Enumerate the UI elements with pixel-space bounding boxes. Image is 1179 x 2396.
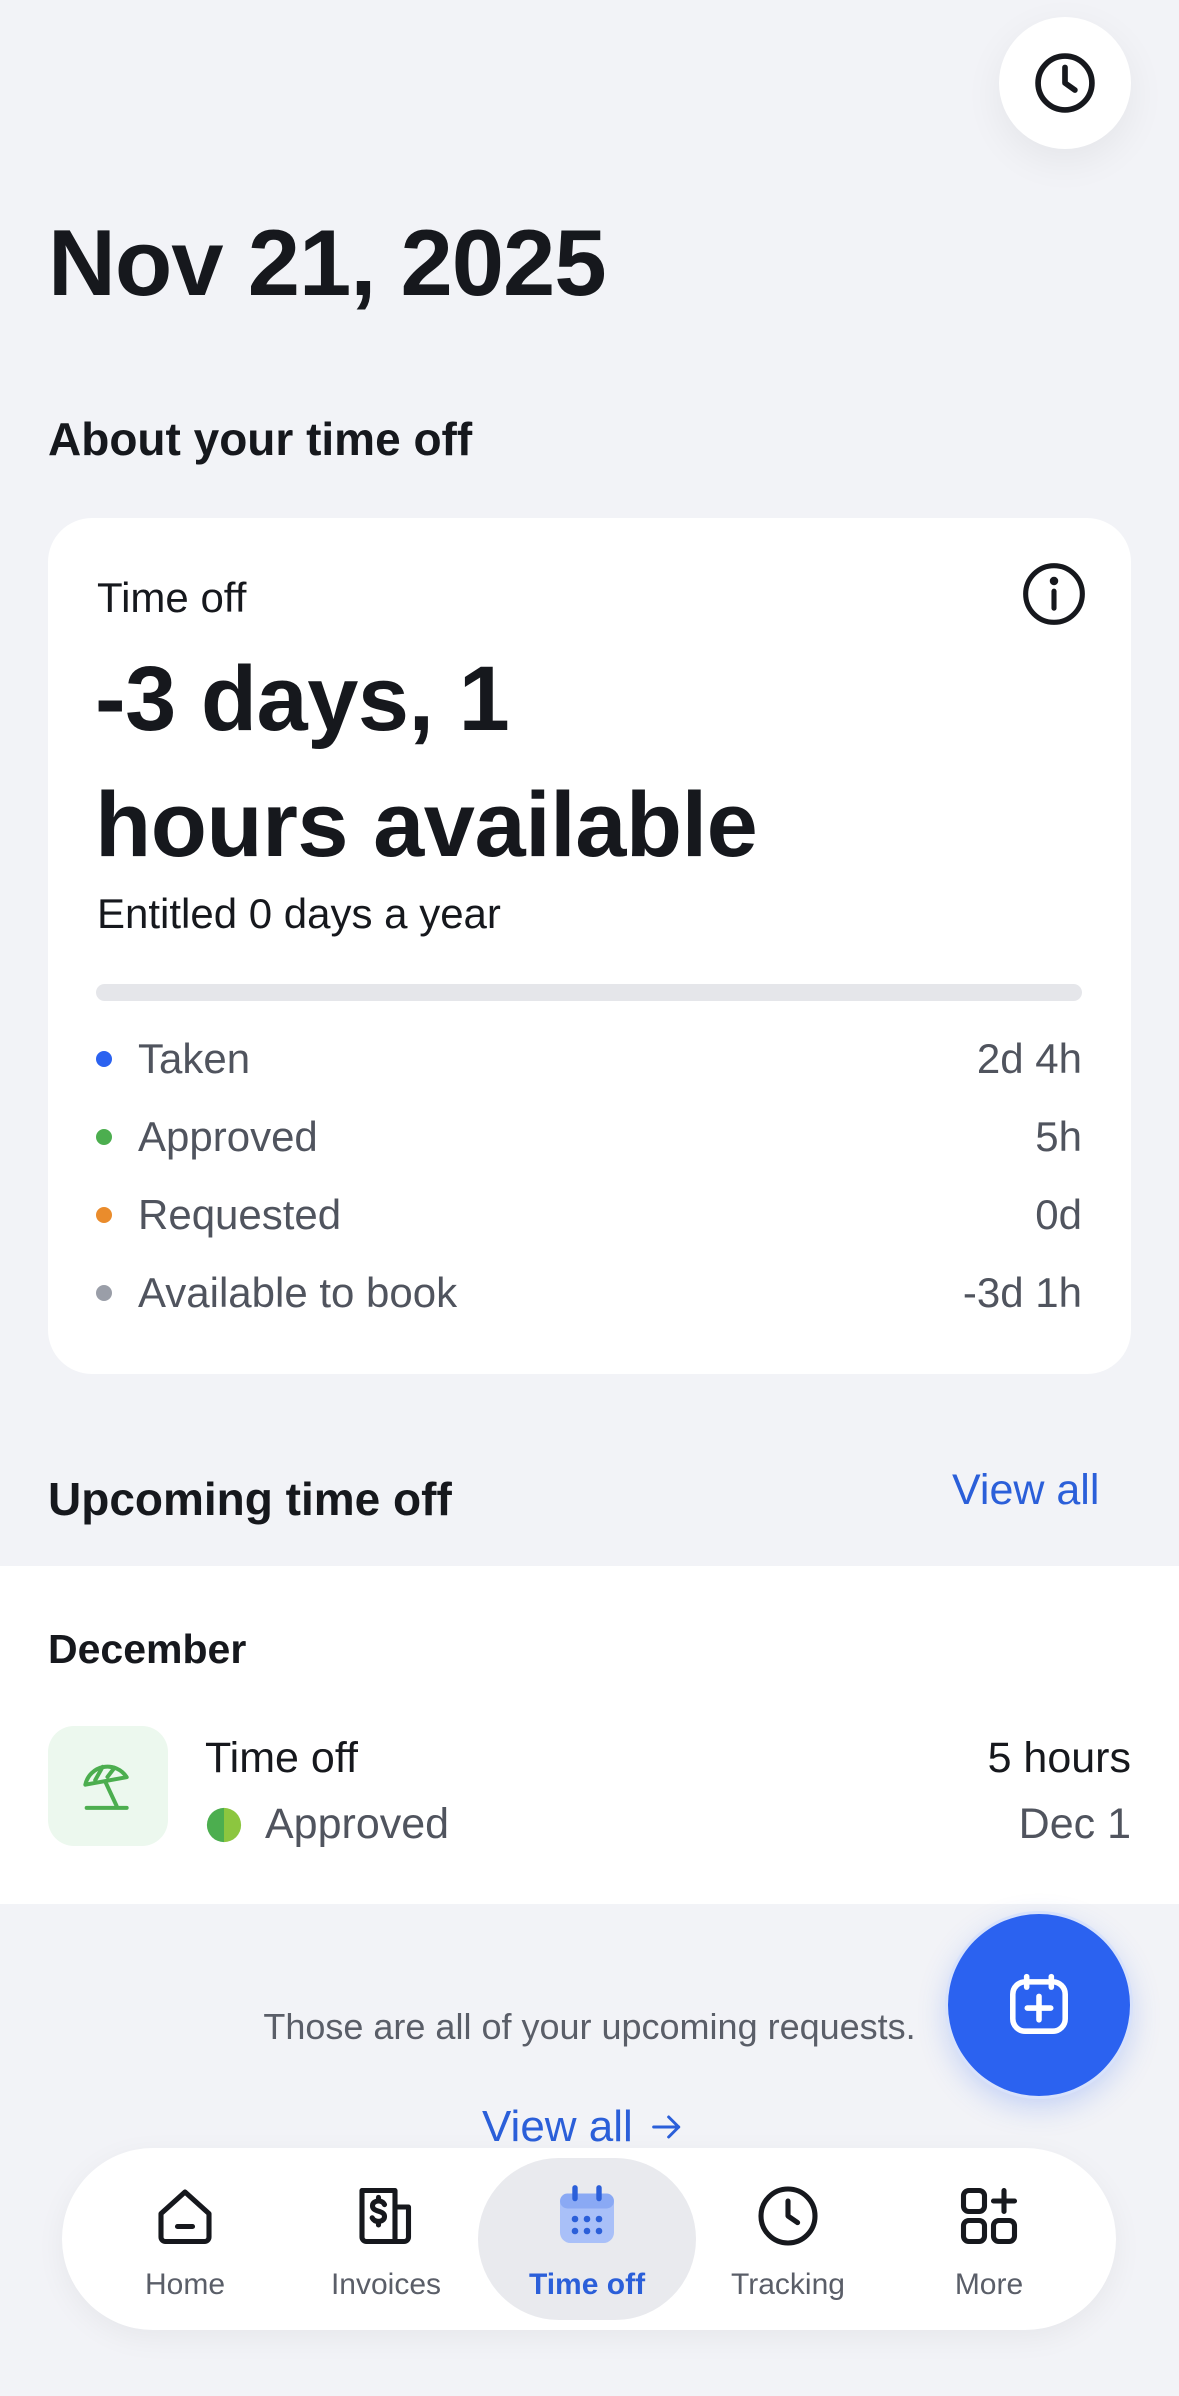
balance-progress-bar [96,984,1082,1001]
time-off-screen: Nov 21, 2025 About your time off Time of… [0,0,1179,2396]
tab-label: Tracking [731,2268,845,2301]
legend-dot-taken [96,1051,112,1067]
balance-line-1: -3 days, 1 [95,648,510,750]
legend-value: 5h [1035,1113,1082,1160]
upcoming-list: December Time off Approved 5 hours Dec 1 [0,1566,1179,1904]
legend-label: Taken [138,1035,251,1082]
tab-label: Home [144,2268,226,2301]
section-title-about: About your time off [48,413,473,465]
entitlement-text: Entitled 0 days a year [97,890,501,937]
invoice-icon [359,2187,412,2245]
leave-date: Dec 1 [1018,1800,1131,1848]
info-button[interactable] [1018,558,1090,630]
card-label: Time off [97,574,247,621]
calendar-add-icon [1010,1973,1068,2034]
legend-value: 0d [1035,1191,1082,1238]
legend-row-requested: Requested 0d [96,1185,1082,1245]
legend-row-approved: Approved 5h [96,1107,1082,1167]
page-title-date: Nov 21, 2025 [48,210,607,315]
info-icon [1023,563,1085,625]
legend-dot-approved [96,1129,112,1145]
leave-duration: 5 hours [987,1734,1131,1782]
tab-label: Invoices [330,2268,442,2301]
grid-plus-icon [960,2187,1018,2245]
leave-status-text: Approved [265,1800,450,1848]
leave-status: Approved [205,1800,449,1849]
legend-row-available: Available to book -3d 1h [96,1263,1082,1323]
legend-row-taken: Taken 2d 4h [96,1029,1082,1089]
clock-icon [758,2186,818,2246]
view-all-bottom-label: View all [482,2102,633,2151]
legend-label: Available to book [138,1269,458,1316]
tab-label: Time off [528,2268,646,2301]
view-all-bottom-link[interactable]: View all [482,2102,687,2152]
tab-invoices[interactable]: Invoices [277,2158,495,2320]
tab-time-off[interactable]: Time off [478,2158,696,2320]
calendar-icon [560,2185,614,2243]
month-heading: December [48,1626,247,1672]
legend-value: 2d 4h [976,1035,1082,1082]
legend-label: Approved [138,1113,318,1160]
section-title-upcoming: Upcoming time off [48,1473,452,1525]
add-time-off-button[interactable] [948,1914,1130,2096]
time-off-balance-card: Time off -3 days, 1 hours available Enti… [48,518,1131,1374]
tab-label: More [954,2268,1024,2301]
view-all-upcoming-link[interactable]: View all [952,1466,1099,1515]
tab-more[interactable]: More [880,2158,1098,2320]
leave-type-badge [48,1726,168,1846]
arrow-right-icon [651,2115,680,2139]
legend-dot-available [96,1285,112,1301]
leave-type: Time off [205,1734,358,1782]
history-button[interactable] [999,17,1131,149]
beach-umbrella-icon [83,1764,129,1810]
legend-value: -3d 1h [962,1269,1082,1316]
legend-label: Requested [138,1191,342,1238]
available-balance: -3 days, 1 hours available [95,636,995,888]
home-icon [158,2189,212,2245]
tab-home[interactable]: Home [76,2158,294,2320]
clock-icon [1035,53,1095,113]
tab-tracking[interactable]: Tracking [679,2158,897,2320]
legend-dot-requested [96,1207,112,1223]
approved-status-icon [206,1807,242,1842]
bottom-tab-bar: Home Invoices Time off Tracking More [62,2148,1116,2330]
balance-line-2: hours available [95,774,758,876]
